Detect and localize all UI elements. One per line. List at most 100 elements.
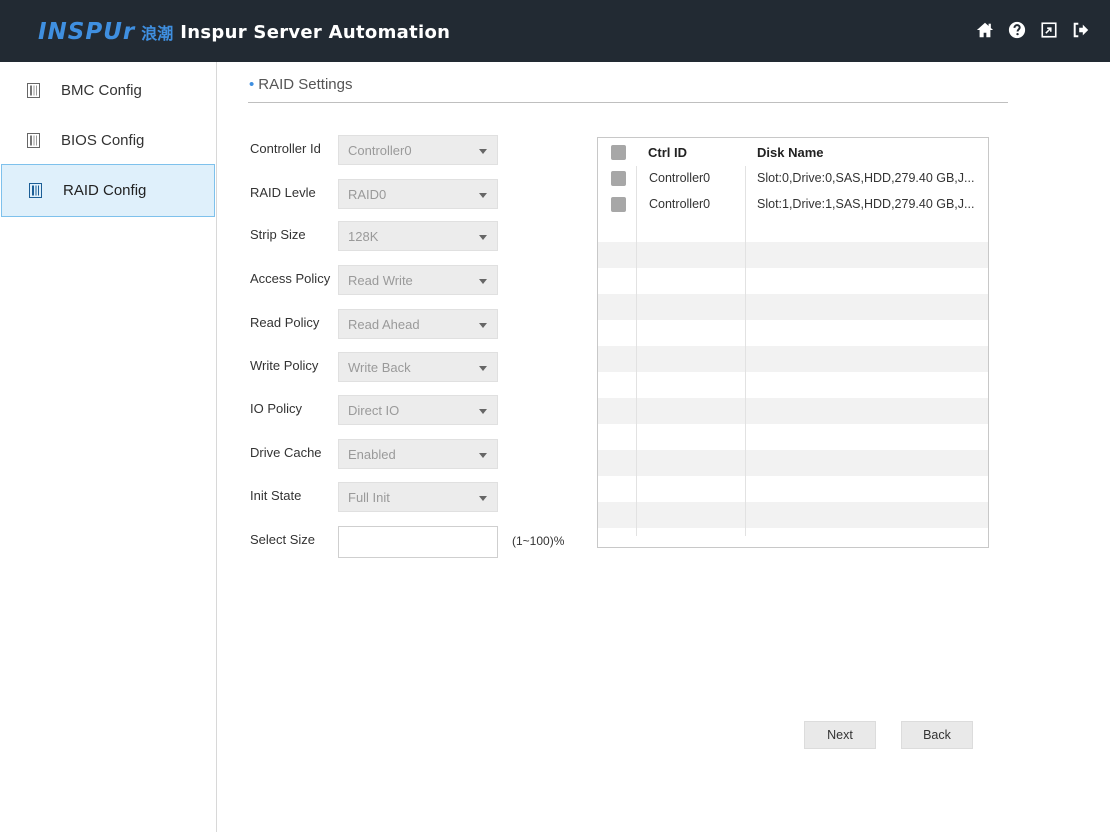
section-divider [248, 102, 1008, 103]
brand: INSPUr 浪潮 Inspur Server Automation [38, 19, 450, 45]
drive-cache-label: Drive Cache [250, 445, 322, 460]
access-policy-select[interactable]: Read Write [338, 265, 498, 295]
read-policy-label: Read Policy [250, 315, 320, 330]
section-title-text: RAID Settings [258, 76, 353, 93]
column-header-disk-name: Disk Name [757, 145, 824, 160]
sidebar: BMC Config BIOS Config RAID Config [0, 62, 217, 832]
write-policy-label: Write Policy [250, 358, 319, 373]
select-size-input[interactable] [338, 526, 498, 558]
select-size-hint: (1~100)% [512, 534, 565, 548]
export-icon[interactable] [1038, 19, 1060, 41]
sidebar-item-bios-config[interactable]: BIOS Config [0, 114, 214, 167]
inspur-logo: INSPUr [38, 19, 136, 45]
chevron-down-icon [479, 453, 487, 458]
next-button[interactable]: Next [804, 721, 876, 749]
app-title: Inspur Server Automation [180, 21, 451, 43]
chevron-down-icon [479, 193, 487, 198]
table-row[interactable]: Controller0 Slot:1,Drive:1,SAS,HDD,279.4… [598, 192, 988, 218]
init-state-label: Init State [250, 488, 302, 503]
read-policy-select[interactable]: Read Ahead [338, 309, 498, 339]
controller-id-label: Controller Id [250, 141, 321, 156]
strip-size-select[interactable]: 128K [338, 221, 498, 251]
header-toolbar [974, 19, 1092, 41]
server-config-icon [27, 133, 40, 148]
chevron-down-icon [479, 279, 487, 284]
chevron-down-icon [479, 235, 487, 240]
io-policy-select[interactable]: Direct IO [338, 395, 498, 425]
server-config-icon [27, 83, 40, 98]
row-checkbox[interactable] [611, 197, 626, 212]
write-policy-select[interactable]: Write Back [338, 352, 498, 382]
form-row-access-policy: Access Policy Read Write [250, 265, 510, 295]
chevron-down-icon [479, 366, 487, 371]
chevron-down-icon [479, 149, 487, 154]
form-row-strip-size: Strip Size 128K [250, 221, 510, 251]
chevron-down-icon [479, 409, 487, 414]
io-policy-label: IO Policy [250, 401, 303, 416]
inspur-logo-cn: 浪潮 [141, 24, 174, 43]
raid-level-label: RAID Levle [250, 185, 316, 200]
empty-row [598, 218, 988, 244]
row-ctrl-id: Controller0 [649, 171, 711, 185]
server-config-icon [29, 183, 42, 198]
form-row-io-policy: IO Policy Direct IO [250, 395, 510, 425]
sidebar-item-raid-config[interactable]: RAID Config [1, 164, 215, 217]
column-header-ctrl-id: Ctrl ID [648, 145, 687, 160]
write-policy-value: Write Back [348, 360, 411, 375]
row-disk-name: Slot:1,Drive:1,SAS,HDD,279.40 GB,J... [757, 197, 975, 211]
empty-row [598, 242, 988, 268]
drive-cache-select[interactable]: Enabled [338, 439, 498, 469]
empty-row [598, 450, 988, 476]
read-policy-value: Read Ahead [348, 317, 420, 332]
empty-row [598, 476, 988, 502]
column-divider [636, 166, 637, 536]
form-row-write-policy: Write Policy Write Back [250, 352, 510, 382]
raid-level-select[interactable]: RAID0 [338, 179, 498, 209]
home-icon[interactable] [974, 19, 996, 41]
chevron-down-icon [479, 323, 487, 328]
select-size-label: Select Size [250, 532, 316, 547]
sidebar-item-label: RAID Config [63, 182, 147, 199]
form-row-init-state: Init State Full Init [250, 482, 510, 512]
logout-icon[interactable] [1070, 19, 1092, 41]
controller-id-select[interactable]: Controller0 [338, 135, 498, 165]
app-header: INSPUr 浪潮 Inspur Server Automation [0, 0, 1110, 62]
init-state-value: Full Init [348, 490, 390, 505]
io-policy-value: Direct IO [348, 403, 400, 418]
select-all-checkbox[interactable] [611, 145, 626, 160]
row-checkbox[interactable] [611, 171, 626, 186]
form-row-raid-level: RAID Levle RAID0 [250, 179, 510, 209]
empty-row [598, 424, 988, 450]
back-button[interactable]: Back [901, 721, 973, 749]
empty-row [598, 502, 988, 528]
init-state-select[interactable]: Full Init [338, 482, 498, 512]
column-divider [745, 166, 746, 536]
form-row-read-policy: Read Policy Read Ahead [250, 309, 510, 339]
help-icon[interactable] [1006, 19, 1028, 41]
table-row[interactable]: Controller0 Slot:0,Drive:0,SAS,HDD,279.4… [598, 166, 988, 192]
strip-size-label: Strip Size [250, 227, 306, 242]
empty-row [598, 398, 988, 424]
drive-cache-value: Enabled [348, 447, 396, 462]
strip-size-value: 128K [348, 229, 379, 244]
chevron-down-icon [479, 496, 487, 501]
disk-table: Ctrl ID Disk Name Controller0 Slot:0,Dri… [597, 137, 989, 548]
sidebar-item-label: BIOS Config [61, 132, 145, 149]
access-policy-label: Access Policy [250, 271, 331, 286]
sidebar-item-bmc-config[interactable]: BMC Config [0, 64, 214, 117]
raid-level-value: RAID0 [348, 187, 387, 202]
form-row-controller-id: Controller Id Controller0 [250, 135, 510, 165]
empty-row [598, 372, 988, 398]
empty-row [598, 268, 988, 294]
empty-row [598, 346, 988, 372]
controller-id-value: Controller0 [348, 143, 412, 158]
sidebar-item-label: BMC Config [61, 82, 142, 99]
row-disk-name: Slot:0,Drive:0,SAS,HDD,279.40 GB,J... [757, 171, 975, 185]
form-row-select-size: Select Size (1~100)% [250, 526, 590, 558]
empty-row [598, 320, 988, 346]
empty-row [598, 294, 988, 320]
form-row-drive-cache: Drive Cache Enabled [250, 439, 510, 469]
access-policy-value: Read Write [348, 273, 413, 288]
row-ctrl-id: Controller0 [649, 197, 711, 211]
section-title: • RAID Settings [249, 76, 353, 93]
